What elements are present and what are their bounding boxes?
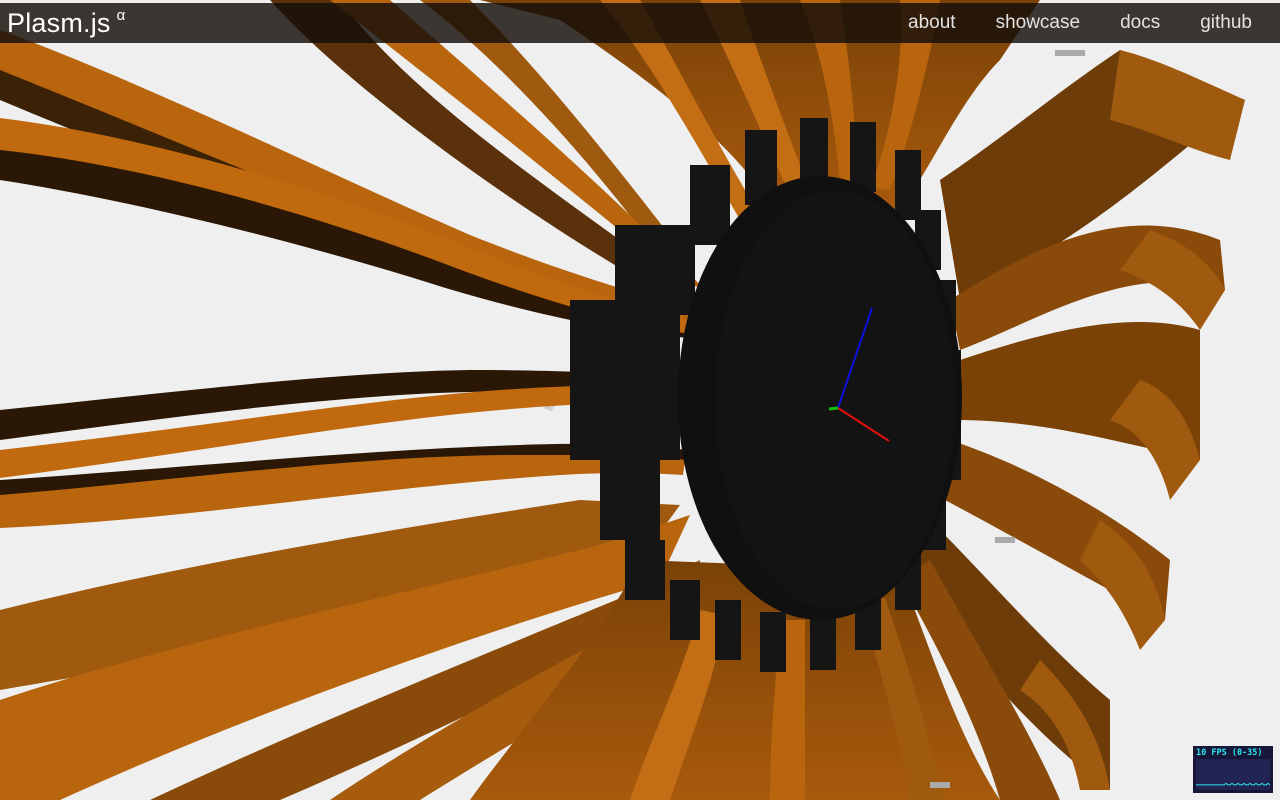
- brand-alpha-badge: α: [116, 6, 126, 24]
- hub-face: [715, 190, 955, 610]
- nav-link-about[interactable]: about: [908, 12, 956, 34]
- nav-link-showcase[interactable]: showcase: [996, 12, 1081, 34]
- axis-y-line: [828, 406, 839, 411]
- fps-history-line: [1196, 782, 1270, 786]
- 3d-viewport[interactable]: [0, 0, 1280, 800]
- nav-link-docs[interactable]: docs: [1120, 12, 1160, 34]
- main-nav: about showcase docs github: [908, 12, 1252, 34]
- fps-graph: [1196, 759, 1270, 790]
- top-nav-bar: Plasm.js α about showcase docs github: [0, 3, 1280, 43]
- fps-label: 10 FPS (0-35): [1196, 748, 1263, 758]
- brand-name[interactable]: Plasm.js: [7, 9, 111, 37]
- nav-link-github[interactable]: github: [1200, 12, 1252, 34]
- fps-meter[interactable]: 10 FPS (0-35): [1193, 746, 1273, 793]
- brand-logo[interactable]: Plasm.js α: [7, 6, 126, 37]
